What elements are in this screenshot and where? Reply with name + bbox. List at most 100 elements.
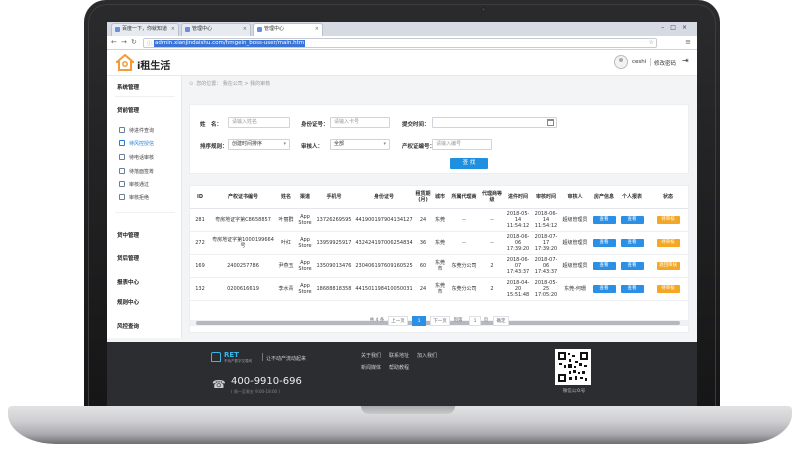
footer-link-about[interactable]: 关于我们 [361,352,381,359]
sidebar-group-inloan[interactable]: 贷中管理 [117,231,139,239]
id-input[interactable]: 请输入卡号 [330,117,390,128]
footer-link-news[interactable]: 新闻媒体 [361,364,381,371]
divider [650,58,651,66]
tab-title: 管理中心 [264,26,285,32]
page-button-current[interactable]: 1 [412,316,426,326]
view-property-button[interactable]: 查看 [592,284,616,293]
close-icon[interactable]: × [243,24,247,35]
cell-status: 待审核 [646,231,688,255]
footer-link-help[interactable]: 帮助教程 [389,364,409,371]
location-pin-icon: ⊙ [189,81,194,87]
status-button[interactable]: 待审核 [656,238,680,247]
cell-name: 尹燕玉 [276,254,296,278]
results-table: ID 产权证书编号 姓名 渠道 手机号 身份证号 租赁期(月) 城市 所属代理商… [190,186,688,301]
cell-review-time: 2018-05-25 17:05:20 [532,277,560,301]
footer-link-join[interactable]: 加入我们 [417,352,437,359]
cell-reviewer: 超级管理员 [560,254,590,278]
column-header: 审核时间 [532,186,560,209]
status-button[interactable]: 退回审核 [656,261,680,270]
confirm-page-button[interactable]: 确定 [493,316,509,326]
status-button[interactable]: 待审核 [656,284,680,293]
cert-placeholder: 请输入编号 [436,141,462,147]
view-report-button[interactable]: 查看 [620,261,644,270]
pagination: 共 4 条 上一页 1 下一页 到第 1 页 确定 [107,316,697,330]
page-unit-label: 页 [483,318,489,323]
sidebar-group-system[interactable]: 系统管理 [117,83,139,91]
sidebar-item-interview[interactable]: 待落面签筹 [119,168,154,175]
laptop-notch [361,406,455,414]
view-report-button[interactable]: 查看 [620,284,644,293]
cell-reviewer: 超级管理员 [560,208,590,232]
sidebar-item-pending-entry[interactable]: 待进件查询 [119,127,154,134]
column-header: 租赁期(月) [414,186,432,209]
app-header: i租生活 ceshi 修改密码 ⇥ [107,50,697,76]
browser-menu-icon[interactable]: ≡ [685,38,691,46]
sidebar-item-risk-credit[interactable]: 待风控授信 [119,140,154,147]
chevron-down-icon: ▾ [283,141,286,147]
reload-icon[interactable]: ↻ [131,38,137,46]
cell-level: -- [480,208,504,232]
next-page-button[interactable]: 下一页 [430,316,450,326]
search-button[interactable]: 查 找 [450,158,488,169]
sidebar-group-postloan[interactable]: 贷后管理 [117,254,139,262]
sidebar-item-approved[interactable]: 审核通过 [119,181,149,188]
sidebar-group-reports[interactable]: 报表中心 [117,278,139,286]
ret-logo-icon [211,352,221,362]
close-icon[interactable]: × [315,24,319,35]
reviewer-select[interactable]: 全部 ▾ [330,139,390,150]
sidebar-item-label: 待电话审核 [129,155,155,161]
view-property-button[interactable]: 查看 [592,261,616,270]
avatar[interactable] [614,55,628,69]
column-header: 城市 [432,186,448,209]
table-row: 272 粤房地证字第1000199664号 叶红 App Store 13959… [190,231,688,255]
info-icon: ⓘ [147,41,153,47]
cell-channel: App Store [296,254,314,278]
status-button[interactable]: 待审核 [656,215,680,224]
user-name[interactable]: ceshi [632,59,646,65]
browser-tab[interactable]: 百度一下，你就知道 × [111,23,179,36]
view-property-button[interactable]: 查看 [592,215,616,224]
table-header-row: ID 产权证书编号 姓名 渠道 手机号 身份证号 租赁期(月) 城市 所属代理商… [190,186,688,209]
goto-label: 到第 [453,318,463,323]
view-property-button[interactable]: 查看 [592,238,616,247]
hotline-hours: ( 周一至周五 9:00-18:00 ) [231,389,280,394]
sidebar-group-rules[interactable]: 规则中心 [117,298,139,306]
prev-page-button[interactable]: 上一页 [388,316,408,326]
window-controls[interactable]: –□× [661,24,693,31]
column-header: 身份证号 [354,186,414,209]
view-report-button[interactable]: 查看 [620,215,644,224]
check-icon [119,181,125,187]
cell-idno: 441501198410050031 [354,277,414,301]
reviewer-value: 全部 [334,141,345,147]
change-password-link[interactable]: 修改密码 [654,59,676,67]
results-table-panel: ID 产权证书编号 姓名 渠道 手机号 身份证号 租赁期(月) 城市 所属代理商… [189,185,689,333]
page-number-input[interactable]: 1 [469,316,481,326]
sidebar-item-rejected[interactable]: 审核拒绝 [119,194,149,201]
star-icon[interactable]: ☆ [649,39,654,46]
address-input[interactable]: ⓘ admin.xianjindaishu.com/hmgein_boss-us… [143,38,657,48]
forward-icon[interactable]: → [121,38,127,46]
submit-time-picker[interactable] [432,117,557,128]
reject-icon [119,194,125,200]
cell-level: 2 [480,277,504,301]
footer-link-contact[interactable]: 联系地址 [389,352,409,359]
sidebar-item-phone-review[interactable]: 待电话审核 [119,154,154,161]
cell-report: 查看 [618,277,646,301]
name-input[interactable]: 请输入姓名 [228,117,290,128]
cell-term: 24 [414,277,432,301]
view-report-button[interactable]: 查看 [620,238,644,247]
column-header: 代理商等级 [480,186,504,209]
close-icon[interactable]: × [171,24,175,35]
browser-tab-active[interactable]: 管理中心 × [253,23,323,36]
cell-name: 叶丽群 [276,208,296,232]
back-icon[interactable]: ← [111,38,117,46]
cell-review-time: 2018-07-06 17:43:37 [532,254,560,278]
browser-url-bar: ← → ↻ ⓘ admin.xianjindaishu.com/hmgein_b… [107,36,697,50]
browser-tab[interactable]: 管理中心 × [181,23,251,36]
logout-icon[interactable]: ⇥ [682,56,689,65]
sort-select[interactable]: 创建时间排序 ▾ [228,139,290,150]
cert-input[interactable]: 请输入编号 [432,139,492,150]
footer-brand-sub: 不动产数字交易网 [224,359,252,363]
tab-title: 管理中心 [192,26,213,32]
sidebar-group-preloan[interactable]: 贷前管理 [117,106,139,114]
